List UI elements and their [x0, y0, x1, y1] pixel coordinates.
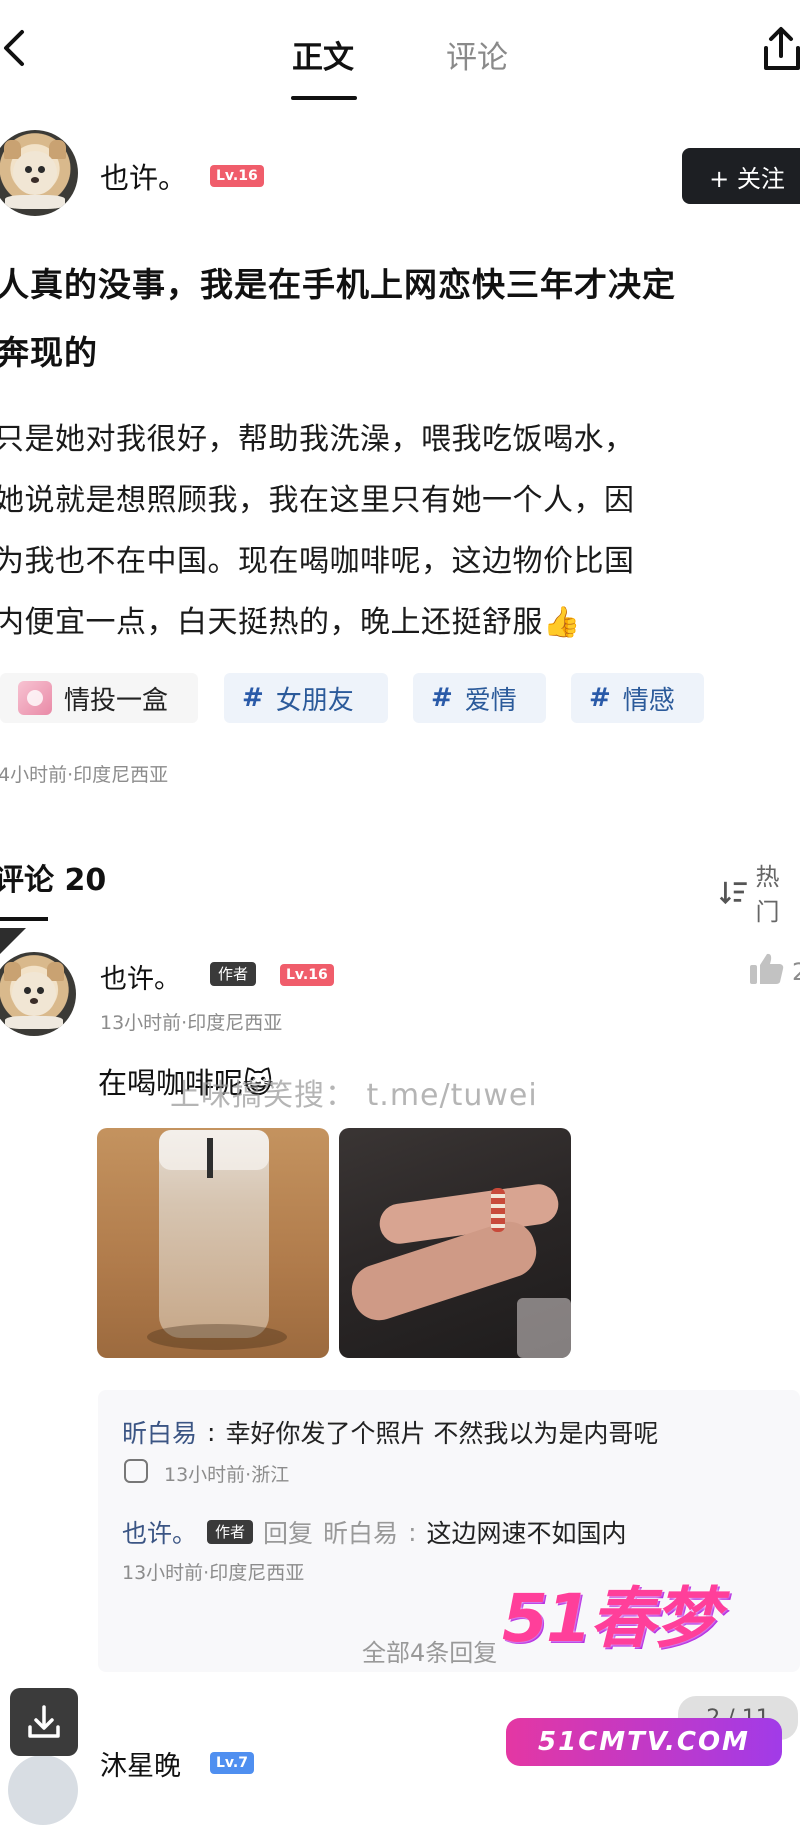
- commenter-avatar[interactable]: [8, 1755, 78, 1825]
- download-icon: [28, 1705, 60, 1738]
- follow-label: + 关注: [709, 164, 785, 193]
- sort-label: 热门: [755, 863, 780, 926]
- comments-title-underline: [0, 917, 48, 921]
- hashtag-girlfriend[interactable]: # 女朋友: [224, 673, 388, 723]
- reply-1[interactable]: 昕白易: 幸好你发了个照片 不然我以为是内哥呢: [122, 1414, 658, 1450]
- reply-text: 幸好你发了个照片 不然我以为是内哥呢: [225, 1419, 659, 1448]
- author-badge: 作者: [210, 962, 257, 986]
- pin-marker-icon: [0, 928, 26, 954]
- hashtag-emotion[interactable]: # 情感: [571, 673, 704, 723]
- hashtag-icon: #: [431, 683, 453, 713]
- watermark-text: 上味搞笑搜： t.me/tuwei: [170, 1078, 538, 1113]
- more-replies-link[interactable]: 全部4条回复: [362, 1633, 497, 1668]
- comments-title: 评论 20: [0, 863, 107, 898]
- post-body-line-2: 她说就是想照顾我，我在这里只有她一个人，因: [0, 483, 635, 518]
- reply-to-user[interactable]: 昕白易: [323, 1514, 398, 1550]
- post-body-line-1: 只是她对我很好，帮助我洗澡，喂我吃饭喝水，: [0, 422, 635, 457]
- reply-emoji-icon: [124, 1459, 148, 1483]
- site-logo-url: 51CMTV.COM: [506, 1718, 782, 1766]
- share-icon[interactable]: [762, 26, 800, 72]
- commenter-name[interactable]: 沐星晚: [100, 1744, 181, 1783]
- like-count: 2: [792, 958, 800, 986]
- collection-tag[interactable]: 情投一盒: [0, 673, 198, 723]
- hashtag-icon: #: [589, 683, 611, 713]
- reply-meta: 13小时前·印度尼西亚: [122, 1562, 305, 1584]
- reply-text: 这边网速不如国内: [426, 1519, 627, 1548]
- reply-2[interactable]: 也许。 作者 回复 昕白易: 这边网速不如国内: [122, 1514, 627, 1550]
- active-tab-indicator: [291, 96, 357, 100]
- commenter-name[interactable]: 也许。: [100, 957, 181, 996]
- follow-button[interactable]: + 关注: [682, 148, 800, 204]
- reply-word: 回复: [263, 1519, 314, 1548]
- hashtag-love[interactable]: # 爱情: [413, 673, 546, 723]
- author-badge: 作者: [207, 1520, 254, 1544]
- sort-button[interactable]: 热门: [718, 857, 800, 927]
- reply-colon: :: [408, 1517, 417, 1547]
- commenter-avatar[interactable]: [0, 952, 76, 1036]
- like-icon[interactable]: [748, 952, 786, 986]
- commenter-level-badge: Lv.16: [280, 964, 334, 986]
- tab-comments[interactable]: 评论: [446, 32, 508, 77]
- post-body-line-4: 内便宜一点，白天挺热的，晚上还挺舒服👍: [0, 605, 581, 640]
- post-body-line-3: 为我也不在中国。现在喝咖啡呢，这边物价比国: [0, 544, 635, 579]
- back-icon[interactable]: [0, 26, 30, 70]
- comment-meta: 13小时前·印度尼西亚: [100, 1012, 283, 1034]
- collection-icon: [18, 681, 52, 715]
- download-button[interactable]: [10, 1688, 78, 1756]
- reply-meta: 13小时前·浙江: [164, 1464, 290, 1486]
- post-title-line-1: 人真的没事，我是在手机上网恋快三年才决定: [0, 265, 676, 304]
- commenter-level-badge: Lv.7: [210, 1752, 254, 1774]
- site-logo-text: 51春梦: [502, 1580, 720, 1657]
- hashtag-label: 女朋友: [275, 685, 354, 716]
- comment-photo-hands[interactable]: [339, 1128, 571, 1358]
- hashtag-label: 爱情: [464, 685, 517, 716]
- collection-tag-label: 情投一盒: [64, 685, 169, 716]
- sort-icon: [719, 881, 747, 905]
- reply-user[interactable]: 昕白易: [122, 1414, 197, 1450]
- author-name[interactable]: 也许。: [100, 155, 187, 197]
- comment-photo-coffee[interactable]: [97, 1128, 329, 1358]
- hashtag-label: 情感: [622, 685, 675, 716]
- hashtag-icon: #: [242, 683, 264, 713]
- author-level-badge: Lv.16: [210, 165, 264, 187]
- author-avatar[interactable]: [0, 130, 78, 216]
- reply-colon: :: [207, 1417, 216, 1447]
- tab-content[interactable]: 正文: [292, 32, 354, 77]
- reply-user[interactable]: 也许。: [122, 1514, 197, 1550]
- post-title-line-2: 奔现的: [0, 333, 98, 372]
- post-meta: 4小时前·印度尼西亚: [0, 764, 169, 786]
